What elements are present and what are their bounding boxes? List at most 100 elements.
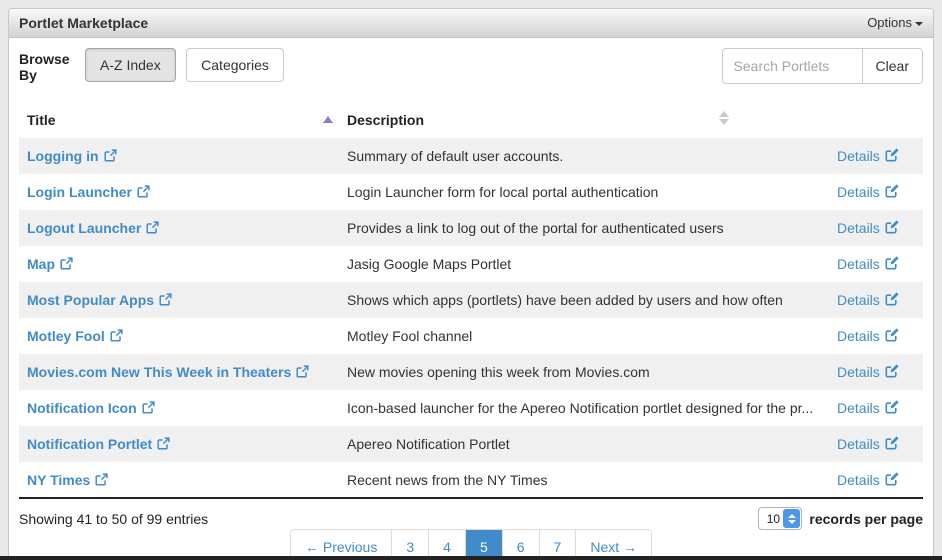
portlet-title-link[interactable]: NY Times bbox=[27, 472, 108, 488]
browse-toolbar: Browse By A-Z Index Categories Clear bbox=[19, 48, 923, 88]
table-header-row: Title Description bbox=[19, 103, 923, 138]
portlet-title: Movies.com New This Week in Theaters bbox=[27, 364, 292, 380]
portlet-title-link[interactable]: Movies.com New This Week in Theaters bbox=[27, 364, 309, 380]
page-title: Portlet Marketplace bbox=[19, 15, 149, 31]
external-link-icon bbox=[137, 185, 150, 198]
table-row: Logging in Summary of default user accou… bbox=[19, 138, 923, 174]
details-link[interactable]: Details bbox=[837, 328, 899, 344]
details-link[interactable]: Details bbox=[837, 472, 899, 488]
details-link[interactable]: Details bbox=[837, 184, 899, 200]
portlet-title-link[interactable]: Login Launcher bbox=[27, 184, 150, 200]
portlet-title: Logging in bbox=[27, 148, 99, 164]
portlet-title-link[interactable]: Map bbox=[27, 256, 73, 272]
records-per-page-group: 10 records per page bbox=[758, 507, 923, 530]
details-link[interactable]: Details bbox=[837, 220, 899, 236]
options-label: Options bbox=[867, 15, 912, 30]
edit-icon bbox=[885, 400, 899, 414]
table-row: Notification Portlet Apereo Notification… bbox=[19, 426, 923, 462]
table-row: Login Launcher Login Launcher form for l… bbox=[19, 174, 923, 210]
external-link-icon bbox=[296, 365, 309, 378]
column-header-details bbox=[829, 103, 923, 138]
table-row: Map Jasig Google Maps Portlet Details bbox=[19, 246, 923, 282]
portlet-description: Apereo Notification Portlet bbox=[339, 426, 829, 462]
edit-icon bbox=[885, 184, 899, 198]
details-label: Details bbox=[837, 328, 880, 344]
details-label: Details bbox=[837, 292, 880, 308]
portlet-title: Logout Launcher bbox=[27, 220, 142, 236]
details-link[interactable]: Details bbox=[837, 436, 899, 452]
portlet-title: Notification Portlet bbox=[27, 436, 153, 452]
details-link[interactable]: Details bbox=[837, 148, 899, 164]
portlet-description: Jasig Google Maps Portlet bbox=[347, 256, 512, 272]
external-link-icon bbox=[60, 257, 73, 270]
details-label: Details bbox=[837, 184, 880, 200]
portlet-title: Motley Fool bbox=[27, 328, 105, 344]
edit-icon bbox=[885, 364, 899, 378]
window-bottom-edge bbox=[0, 556, 942, 560]
external-link-icon bbox=[142, 401, 155, 414]
external-link-icon bbox=[159, 293, 172, 306]
showing-entries-text: Showing 41 to 50 of 99 entries bbox=[19, 511, 209, 527]
search-input[interactable] bbox=[721, 48, 863, 84]
external-link-icon bbox=[103, 149, 117, 162]
portlet-title-link[interactable]: Notification Portlet bbox=[27, 436, 170, 452]
column-header-title[interactable]: Title bbox=[19, 103, 339, 138]
edit-icon bbox=[885, 471, 899, 485]
search-group: Clear bbox=[721, 48, 923, 84]
portlet-description: Login Launcher form for local portal aut… bbox=[347, 184, 659, 200]
edit-icon bbox=[885, 436, 899, 450]
details-link[interactable]: Details bbox=[837, 292, 899, 308]
portlet-title: Notification Icon bbox=[27, 400, 137, 416]
details-label: Details bbox=[837, 364, 880, 380]
table-row: Movies.com New This Week in Theaters New… bbox=[19, 354, 923, 390]
az-index-button[interactable]: A-Z Index bbox=[85, 48, 176, 82]
table-row: Notification Icon Icon-based launcher fo… bbox=[19, 390, 923, 426]
details-label: Details bbox=[837, 220, 880, 236]
portlet-title-link[interactable]: Motley Fool bbox=[27, 328, 123, 344]
edit-icon bbox=[885, 220, 899, 234]
select-stepper-icon bbox=[783, 509, 801, 528]
clear-search-button[interactable]: Clear bbox=[861, 48, 923, 84]
title-header-label: Title bbox=[27, 112, 56, 128]
portlet-title-link[interactable]: Most Popular Apps bbox=[27, 292, 172, 308]
table-footer: Showing 41 to 50 of 99 entries ← Previou… bbox=[19, 499, 923, 560]
portlet-description: Recent news from the NY Times bbox=[347, 471, 548, 488]
portlet-description: Icon-based launcher for the Apereo Notif… bbox=[347, 400, 814, 416]
details-link[interactable]: Details bbox=[837, 364, 899, 380]
description-header-label: Description bbox=[347, 112, 425, 128]
edit-icon bbox=[885, 328, 899, 342]
portlet-title: Most Popular Apps bbox=[27, 292, 155, 308]
details-label: Details bbox=[837, 148, 880, 164]
portlet-description: New movies opening this week from Movies… bbox=[339, 354, 829, 390]
table-row: NY Times Recent news from the NY Times D… bbox=[19, 462, 923, 498]
panel-header: Portlet Marketplace Options bbox=[9, 9, 933, 38]
details-link[interactable]: Details bbox=[837, 400, 899, 416]
table-row: Motley Fool Motley Fool channel Details bbox=[19, 318, 923, 354]
sort-ascending-icon bbox=[323, 116, 333, 123]
column-header-description[interactable]: Description bbox=[339, 103, 829, 138]
categories-button[interactable]: Categories bbox=[186, 48, 284, 82]
table-row: Most Popular Apps Shows which apps (port… bbox=[19, 282, 923, 318]
details-label: Details bbox=[837, 256, 880, 272]
portlet-title-link[interactable]: Notification Icon bbox=[27, 400, 155, 416]
edit-icon bbox=[885, 292, 899, 306]
records-per-page-select[interactable]: 10 bbox=[758, 507, 803, 530]
portlet-title-link[interactable]: Logging in bbox=[27, 148, 117, 164]
portlet-title-link[interactable]: Logout Launcher bbox=[27, 220, 159, 236]
portlet-title: Map bbox=[27, 256, 55, 272]
details-label: Details bbox=[837, 400, 880, 416]
details-label: Details bbox=[837, 471, 880, 488]
options-menu-button[interactable]: Options bbox=[867, 9, 923, 37]
external-link-icon bbox=[146, 221, 159, 234]
portlet-title: NY Times bbox=[27, 471, 91, 488]
portlet-description: Motley Fool channel bbox=[347, 328, 473, 344]
table-row: Logout Launcher Provides a link to log o… bbox=[19, 210, 923, 246]
portlet-title: Login Launcher bbox=[27, 184, 132, 200]
external-link-icon bbox=[95, 472, 108, 486]
portlet-description: Provides a link to log out of the portal… bbox=[339, 210, 829, 246]
portlet-table: Title Description Logging in Summary of … bbox=[19, 103, 923, 499]
portlet-description: Shows which apps (portlets) have been ad… bbox=[339, 282, 829, 318]
details-link[interactable]: Details bbox=[837, 256, 899, 272]
sort-both-icon bbox=[719, 111, 729, 125]
portlet-marketplace-panel: Portlet Marketplace Options Browse By A-… bbox=[8, 8, 934, 560]
